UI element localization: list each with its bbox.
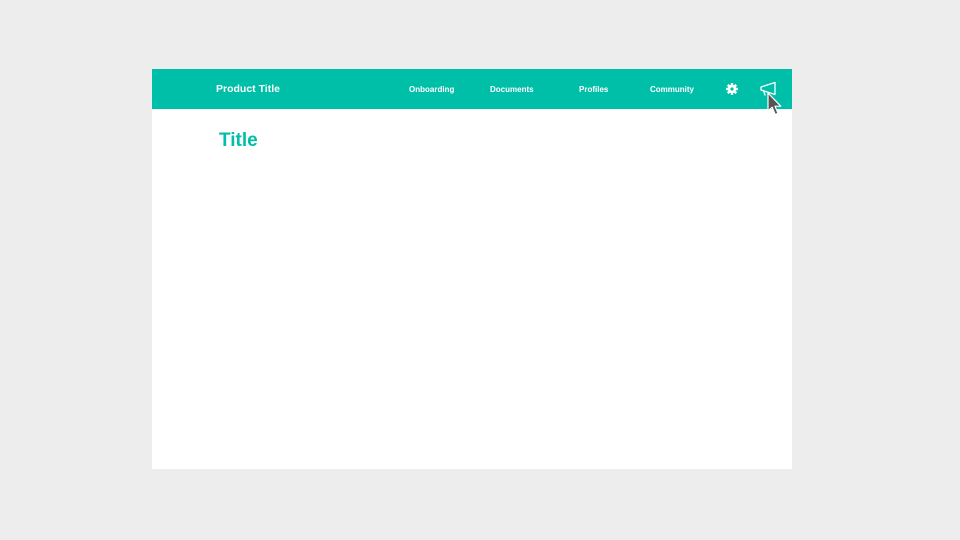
nav-item-community[interactable]: Community — [650, 69, 694, 109]
announcements-button[interactable] — [759, 81, 777, 97]
gear-icon — [724, 81, 740, 97]
settings-button[interactable] — [724, 81, 740, 97]
nav-item-documents[interactable]: Documents — [490, 69, 534, 109]
nav-item-profiles[interactable]: Profiles — [579, 69, 608, 109]
top-navigation-bar: Product Title Onboarding Documents Profi… — [152, 69, 792, 109]
app-window: Product Title Onboarding Documents Profi… — [152, 69, 792, 469]
nav-item-onboarding[interactable]: Onboarding — [409, 69, 454, 109]
page-title: Title — [219, 130, 258, 151]
product-title[interactable]: Product Title — [216, 69, 280, 109]
megaphone-icon — [759, 81, 777, 97]
